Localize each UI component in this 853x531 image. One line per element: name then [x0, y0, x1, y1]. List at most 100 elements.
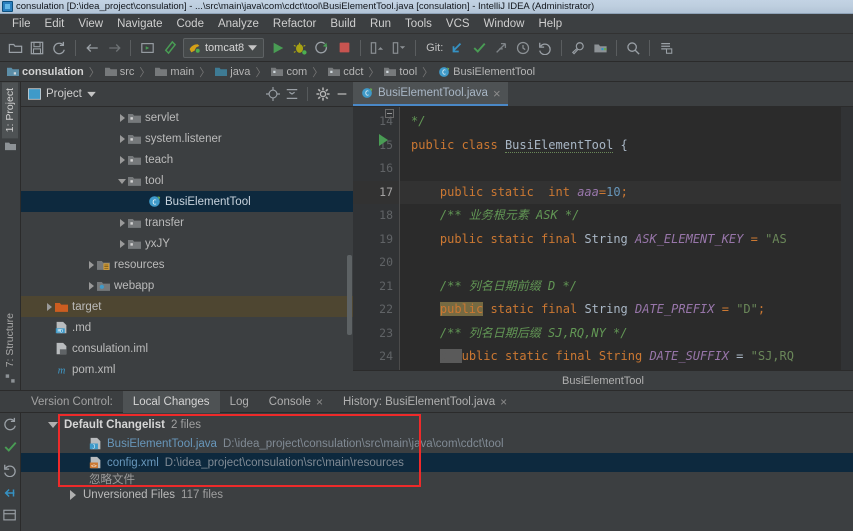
rerun-icon[interactable] [311, 37, 333, 59]
git-push-icon[interactable] [490, 37, 512, 59]
chevron-down-icon[interactable] [117, 175, 128, 186]
editor-body[interactable]: 14 15 16 17 18 19 20 21 22 23 24 */ publ… [353, 107, 853, 370]
close-icon[interactable]: × [316, 395, 323, 409]
arrow-left-icon[interactable] [81, 37, 103, 59]
menu-help[interactable]: Help [531, 16, 569, 32]
menu-run[interactable]: Run [363, 16, 398, 32]
changelist-tree[interactable]: Default Changelist 2 files J BusiElement… [21, 413, 853, 531]
target-locate-icon[interactable] [266, 87, 280, 101]
tree-row-target[interactable]: target [21, 296, 353, 317]
run-icon[interactable] [267, 37, 289, 59]
menu-code[interactable]: Code [169, 16, 211, 32]
breadcrumb-item-main[interactable]: main [154, 66, 195, 78]
gear-icon[interactable] [316, 87, 330, 101]
menu-build[interactable]: Build [323, 16, 363, 32]
breadcrumb-item-busielementtool[interactable]: C BusiElementTool [437, 66, 536, 78]
rollback-icon[interactable] [3, 463, 17, 477]
menu-window[interactable]: Window [477, 16, 532, 32]
vcs-tab-local-changes[interactable]: Local Changes [122, 390, 220, 413]
project-structure-icon[interactable] [589, 37, 611, 59]
chevron-right-icon[interactable] [44, 301, 55, 312]
editor-code[interactable]: */ public class BusiElementTool { public… [399, 107, 853, 370]
menu-tools[interactable]: Tools [398, 16, 439, 32]
rail-tab-structure[interactable]: 7: Structure [2, 307, 18, 373]
unversioned-files-row[interactable]: Unversioned Files 117 files [21, 485, 853, 504]
debug-bug-icon[interactable] [289, 37, 311, 59]
tree-row-tool[interactable]: tool [21, 170, 353, 191]
collapse-all-icon[interactable] [285, 87, 299, 101]
close-icon[interactable]: × [500, 395, 507, 409]
tree-row-md[interactable]: MD .md [21, 317, 353, 338]
changelist-file-row[interactable]: J BusiElementTool.java D:\idea_project\c… [21, 434, 853, 453]
search-icon[interactable] [622, 37, 644, 59]
editor-gutter[interactable]: 14 15 16 17 18 19 20 21 22 23 24 [353, 107, 399, 370]
wrench-icon[interactable] [567, 37, 589, 59]
revert-icon[interactable] [534, 37, 556, 59]
editor-tab-busielementtool[interactable]: C BusiElementTool.java × [353, 82, 508, 106]
breadcrumb-item-src[interactable]: src [104, 66, 136, 78]
changelist-file-row[interactable]: <> config.xml D:\idea_project\consulatio… [21, 453, 853, 472]
database-icon[interactable] [655, 37, 677, 59]
breadcrumb-item-consulation[interactable]: consulation [6, 66, 85, 78]
group-by-icon[interactable] [3, 509, 17, 522]
chevron-right-icon[interactable] [86, 259, 97, 270]
menu-analyze[interactable]: Analyze [211, 16, 266, 32]
editor-vertical-scrollbar[interactable] [841, 107, 853, 370]
tree-row-pom-xml[interactable]: m pom.xml [21, 359, 353, 380]
chevron-right-icon[interactable] [117, 112, 128, 123]
vcs-tab-log[interactable]: Log [220, 391, 259, 413]
breadcrumb-item-cdct[interactable]: cdct [327, 66, 364, 78]
shelve-icon[interactable] [3, 486, 17, 500]
chevron-right-icon[interactable] [117, 154, 128, 165]
menu-vcs[interactable]: VCS [439, 16, 477, 32]
rail-tab-project[interactable]: 1: Project [2, 82, 18, 139]
save-icon[interactable] [26, 37, 48, 59]
refresh-icon[interactable] [48, 37, 70, 59]
tree-row-servlet[interactable]: servlet [21, 107, 353, 128]
menu-edit[interactable]: Edit [38, 16, 72, 32]
chevron-right-icon[interactable] [117, 238, 128, 249]
project-tree-scrollbar[interactable] [347, 255, 352, 335]
refresh-icon[interactable] [3, 417, 17, 431]
breadcrumb-item-java[interactable]: java [214, 66, 251, 78]
arrow-right-icon[interactable] [103, 37, 125, 59]
close-icon[interactable]: × [493, 86, 501, 101]
fold-collapse-icon[interactable] [385, 109, 394, 118]
stop-icon[interactable] [333, 37, 355, 59]
deploy-icon[interactable] [366, 37, 388, 59]
menu-file[interactable]: File [5, 16, 38, 32]
menu-view[interactable]: View [71, 16, 110, 32]
breadcrumb-item-com[interactable]: com [270, 66, 308, 78]
ignored-files-row[interactable]: 忽略文件 [21, 472, 853, 486]
hammer-icon[interactable] [158, 37, 180, 59]
chevron-right-icon[interactable] [117, 133, 128, 144]
tree-row-transfer[interactable]: transfer [21, 212, 353, 233]
compile-icon[interactable] [136, 37, 158, 59]
menu-refactor[interactable]: Refactor [266, 16, 323, 32]
tree-row-webapp[interactable]: webapp [21, 275, 353, 296]
breadcrumb-item-tool[interactable]: tool [383, 66, 418, 78]
run-configuration-selector[interactable]: tomcat8 [183, 37, 265, 58]
undeploy-icon[interactable] [388, 37, 410, 59]
vcs-tab-version-control[interactable]: Version Control: [21, 391, 123, 413]
tree-row-consulation-iml[interactable]: consulation.iml [21, 338, 353, 359]
tree-row-resources[interactable]: resources [21, 254, 353, 275]
chevron-right-icon[interactable] [69, 489, 76, 500]
vcs-tab-console[interactable]: Console × [259, 391, 333, 413]
tree-row-teach[interactable]: teach [21, 149, 353, 170]
project-tree[interactable]: servlet system.listener teach tool C Bus… [21, 107, 353, 390]
open-folder-icon[interactable] [4, 37, 26, 59]
run-gutter-icon[interactable] [379, 134, 388, 146]
tree-row-yxjy[interactable]: yxJY [21, 233, 353, 254]
chevron-right-icon[interactable] [86, 280, 97, 291]
tree-row-busielementtool[interactable]: C BusiElementTool [21, 191, 353, 212]
git-update-icon[interactable] [446, 37, 468, 59]
chevron-down-icon[interactable] [48, 421, 58, 428]
tree-row-system-listener[interactable]: system.listener [21, 128, 353, 149]
vcs-tab-history[interactable]: History: BusiElementTool.java × [333, 391, 517, 413]
commit-check-icon[interactable] [3, 440, 18, 454]
chevron-down-icon[interactable] [87, 91, 96, 97]
clock-history-icon[interactable] [512, 37, 534, 59]
minimize-icon[interactable] [335, 87, 349, 101]
menu-navigate[interactable]: Navigate [110, 16, 169, 32]
